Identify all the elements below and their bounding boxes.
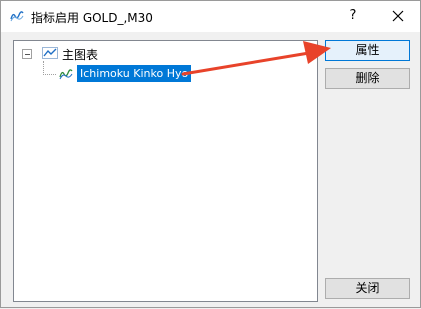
collapse-toggle[interactable] [22, 49, 32, 59]
title-bar: 指标启用 GOLD_,M30 ? [1, 1, 420, 32]
tree-node-label-selected: Ichimoku Kinko Hyo [77, 65, 192, 82]
window-title: 指标启用 GOLD_,M30 [31, 11, 153, 25]
delete-button[interactable]: 删除 [325, 68, 410, 89]
close-icon[interactable] [383, 5, 413, 27]
tree-node-ichimoku[interactable]: Ichimoku Kinko Hyo [59, 65, 279, 83]
indicator-icon [59, 69, 73, 80]
tree-connector [43, 61, 44, 75]
indicator-tree[interactable]: 主图表 Ichimoku Kinko Hyo [13, 40, 318, 302]
properties-button[interactable]: 属性 [325, 40, 410, 61]
tree-node-label: 主图表 [62, 48, 99, 62]
help-button[interactable]: ? [338, 5, 368, 27]
indicator-icon [10, 11, 24, 22]
close-button[interactable]: 关闭 [325, 278, 410, 299]
chart-line-icon [42, 47, 58, 59]
tree-connector [43, 74, 56, 75]
indicators-dialog: 指标启用 GOLD_,M30 ? 主图表 Ichimoku Kinko Hyo … [0, 0, 421, 308]
